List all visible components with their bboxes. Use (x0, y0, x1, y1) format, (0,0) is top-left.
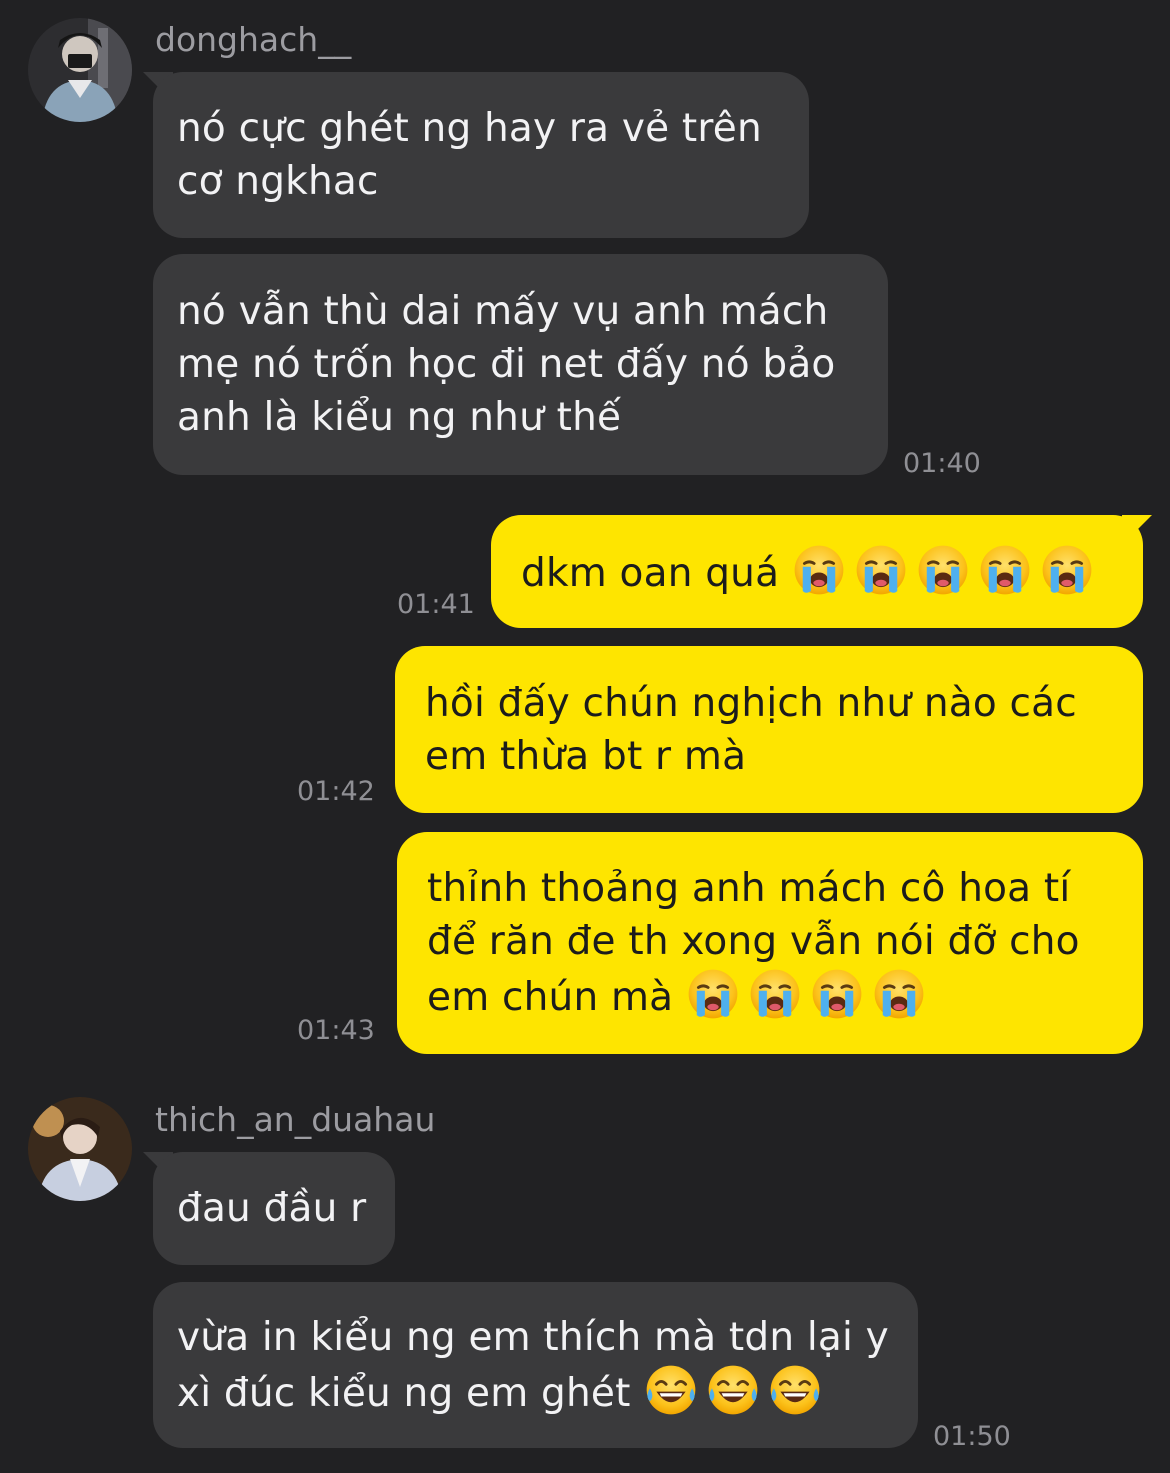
message-timestamp: 01:50 (933, 1421, 1011, 1452)
message-text: nó cực ghét ng hay ra vẻ trên (177, 106, 762, 151)
loudly-crying-face-icon (855, 544, 907, 596)
message-text: cơ ngkhac (177, 159, 379, 204)
avatar-donghach[interactable] (28, 18, 132, 122)
message-text: xì đúc kiểu ng em ghét (177, 1370, 631, 1416)
face-with-tears-of-joy-icon (707, 1364, 759, 1416)
message-text: vừa in kiểu ng em thích mà tdn lại y (177, 1314, 889, 1360)
message-bubble-outgoing[interactable]: hồi đấy chún nghịch như nào các em thừa … (395, 646, 1143, 813)
message-bubble-incoming[interactable]: vừa in kiểu ng em thích mà tdn lại y xì … (153, 1282, 918, 1448)
message-timestamp: 01:42 (297, 776, 375, 807)
message-text: em thừa bt r mà (425, 733, 747, 779)
loudly-crying-face-icon (749, 968, 801, 1020)
message-timestamp: 01:41 (397, 589, 475, 620)
message-bubble-incoming[interactable]: nó vẫn thù dai mấy vụ anh mách mẹ nó trố… (153, 254, 888, 475)
loudly-crying-face-icon (917, 544, 969, 596)
sender-name: donghach__ (155, 20, 352, 59)
loudly-crying-face-icon (687, 968, 739, 1020)
message-timestamp: 01:43 (297, 1015, 375, 1046)
message-timestamp: 01:40 (903, 448, 981, 479)
face-with-tears-of-joy-icon (769, 1364, 821, 1416)
message-text: em chún mà (427, 975, 674, 1020)
message-text: thỉnh thoảng anh mách cô hoa tí (427, 866, 1071, 911)
message-bubble-incoming[interactable]: nó cực ghét ng hay ra vẻ trên cơ ngkhac (153, 72, 809, 238)
message-text: nó vẫn thù dai mấy vụ anh mách (177, 289, 829, 334)
message-text: hồi đấy chún nghịch như nào các (425, 680, 1077, 726)
message-text: đau đầu r (177, 1186, 367, 1231)
loudly-crying-face-icon (811, 968, 863, 1020)
message-bubble-outgoing[interactable]: dkm oan quá (491, 515, 1143, 628)
loudly-crying-face-icon (873, 968, 925, 1020)
message-text: dkm oan quá (521, 550, 780, 596)
avatar-thich-an-duahau[interactable] (28, 1097, 132, 1201)
message-bubble-incoming[interactable]: đau đầu r (153, 1152, 395, 1265)
loudly-crying-face-icon (793, 544, 845, 596)
face-with-tears-of-joy-icon (645, 1364, 697, 1416)
message-text: để răn đe th xong vẫn nói đỡ cho (427, 919, 1080, 964)
loudly-crying-face-icon (979, 544, 1031, 596)
message-bubble-outgoing[interactable]: thỉnh thoảng anh mách cô hoa tí để răn đ… (397, 832, 1143, 1054)
message-text: mẹ nó trốn học đi net đấy nó bảo (177, 342, 836, 387)
sender-name: thich_an_duahau (155, 1100, 436, 1139)
loudly-crying-face-icon (1041, 544, 1093, 596)
message-text: anh là kiểu ng như thế (177, 395, 622, 440)
